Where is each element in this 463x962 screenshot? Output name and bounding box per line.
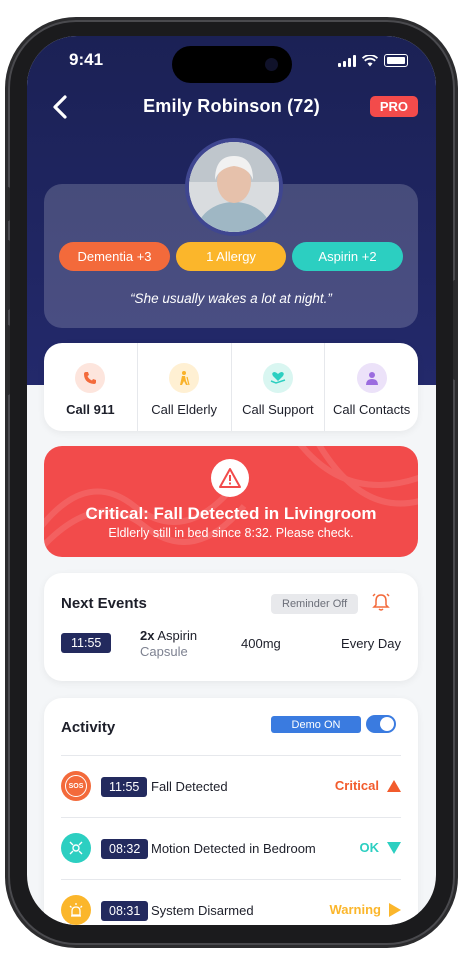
- tag-allergy[interactable]: 1 Allergy: [176, 242, 286, 271]
- signal-icon: [338, 54, 356, 67]
- activity-status: Warning: [329, 902, 381, 917]
- alarm-icon: [61, 895, 91, 925]
- alarm-bell-icon[interactable]: [372, 592, 390, 612]
- alert-subtitle: Eldlerly still in bed since 8:32. Please…: [108, 526, 354, 540]
- screen: 9:41 Emily Robinson (72) PRO Dementia +3…: [27, 36, 436, 925]
- event-name: Aspirin: [157, 628, 198, 643]
- quick-actions: Call 911 Call Elderly Call Support Call …: [44, 343, 418, 431]
- event-qty: 2x: [140, 628, 155, 643]
- triangle-down-icon: [387, 841, 401, 854]
- warning-icon: [211, 459, 249, 497]
- triangle-right-icon: [389, 902, 401, 917]
- contacts-icon: [356, 363, 387, 393]
- activity-time: 08:32: [101, 839, 149, 859]
- call-contacts-button[interactable]: Call Contacts: [324, 343, 418, 431]
- activity-time: 08:31: [101, 901, 149, 921]
- activity-label: System Disarmed: [151, 903, 254, 918]
- event-time: 11:55: [61, 633, 112, 653]
- alert-title: Critical: Fall Detected in Livingroom: [85, 504, 377, 523]
- pro-badge[interactable]: PRO: [369, 96, 418, 117]
- activity-row[interactable]: 08:32 Motion Detected in Bedroom OK: [44, 817, 418, 877]
- battery-icon: [384, 54, 408, 67]
- volume-down-button: [6, 325, 10, 395]
- activity-card: Activity Demo ON SOS 11:55 Fall Detected…: [44, 698, 418, 925]
- next-events-title: Next Events: [61, 595, 147, 612]
- power-button: [453, 280, 457, 380]
- elderly-icon: [169, 363, 200, 393]
- event-medication[interactable]: 2x Aspirin: [140, 628, 197, 643]
- event-dose: 400mg: [241, 636, 281, 651]
- tag-aspirin[interactable]: Aspirin +2: [292, 242, 403, 271]
- wifi-icon: [362, 54, 378, 66]
- event-form: Capsule: [140, 644, 188, 659]
- volume-up-button: [6, 240, 10, 310]
- phone-icon: [75, 363, 106, 393]
- dynamic-island: [172, 46, 292, 83]
- activity-label: Fall Detected: [151, 779, 228, 794]
- activity-row[interactable]: SOS 11:55 Fall Detected Critical: [44, 755, 418, 815]
- call-911-button[interactable]: Call 911: [44, 343, 137, 431]
- next-events-card: Next Events Reminder Off 11:55 2x Aspiri…: [44, 573, 418, 681]
- critical-alert-banner[interactable]: Critical: Fall Detected in Livingroom El…: [44, 446, 418, 557]
- call-support-button[interactable]: Call Support: [230, 343, 325, 431]
- reminder-status[interactable]: Reminder Off: [271, 594, 359, 614]
- event-frequency: Every Day: [341, 636, 401, 651]
- motion-icon: [61, 833, 91, 863]
- sos-icon: SOS: [61, 771, 91, 801]
- status-time: 9:41: [69, 50, 104, 69]
- tag-dementia[interactable]: Dementia +3: [59, 242, 170, 271]
- activity-time: 11:55: [101, 777, 148, 797]
- activity-row[interactable]: 08:31 System Disarmed Warning: [44, 879, 418, 925]
- activity-status: Critical: [334, 778, 379, 793]
- activity-title: Activity: [61, 719, 116, 736]
- avatar[interactable]: [185, 138, 283, 236]
- mute-switch: [6, 187, 10, 221]
- care-note: “She usually wakes a lot at night.”: [130, 291, 332, 306]
- status-bar: 9:41: [27, 36, 436, 86]
- activity-label: Motion Detected in Bedroom: [151, 841, 316, 856]
- call-elderly-button[interactable]: Call Elderly: [136, 343, 231, 431]
- heart-hand-icon: [262, 363, 293, 393]
- triangle-up-icon: [387, 779, 401, 792]
- demo-label: Demo ON: [271, 716, 361, 733]
- demo-toggle[interactable]: [366, 715, 396, 733]
- condition-tags: Dementia +3 1 Allergy Aspirin +2: [44, 242, 418, 271]
- activity-status: OK: [359, 840, 380, 855]
